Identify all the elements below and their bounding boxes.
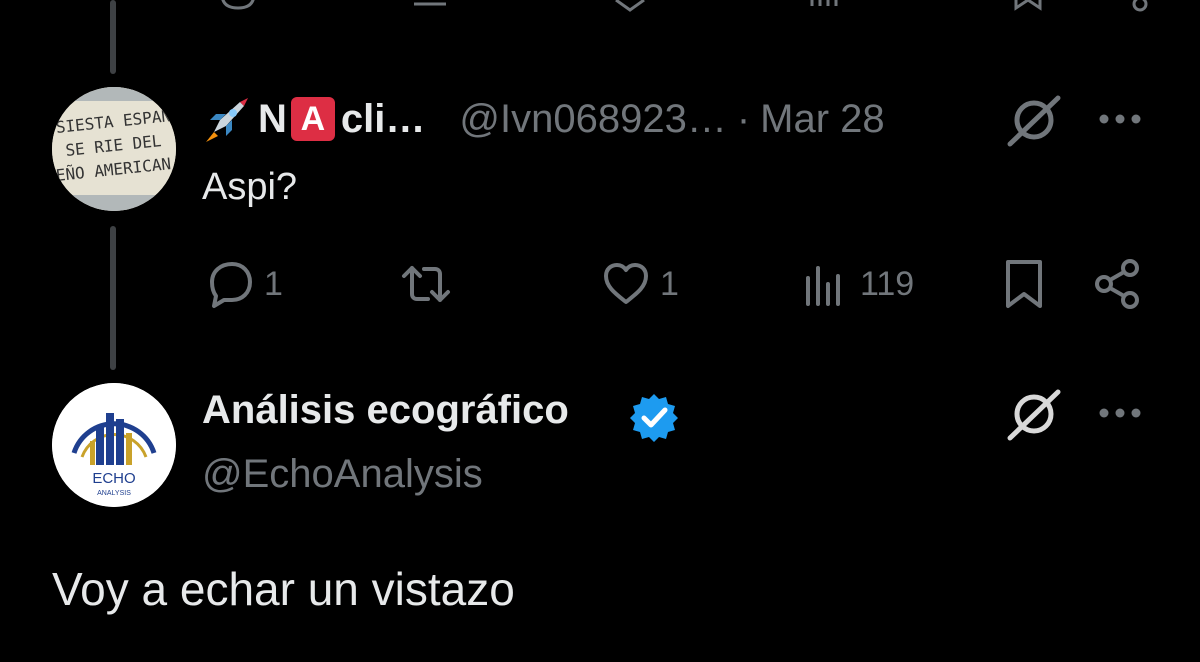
previous-tweet-actions — [200, 0, 1160, 14]
tweet-text: Voy a echar un vistazo — [52, 563, 515, 615]
reply-button[interactable]: 1 — [202, 254, 283, 314]
echo-logo: ECHO ANALYSIS — [52, 383, 176, 507]
like-icon[interactable] — [610, 0, 650, 14]
display-name-part[interactable]: N — [258, 97, 287, 142]
like-button[interactable]: 1 — [598, 254, 679, 314]
user-handle[interactable]: @Ivn068923… — [459, 97, 726, 142]
avatar-image: SIESTA ESPAN SE RIE DEL EÑO AMERICAN — [52, 87, 176, 211]
repost-icon — [402, 266, 450, 302]
views-icon[interactable] — [806, 0, 846, 14]
avatar[interactable]: SIESTA ESPAN SE RIE DEL EÑO AMERICAN — [52, 87, 176, 211]
more-icon[interactable] — [1096, 398, 1144, 428]
reply-count: 1 — [264, 264, 283, 303]
tweet-date[interactable]: Mar 28 — [760, 97, 885, 142]
svg-text:ANALYSIS: ANALYSIS — [97, 490, 131, 497]
reply-icon — [210, 262, 252, 308]
separator-dot: · — [736, 96, 751, 141]
user-handle[interactable]: @EchoAnalysis — [202, 452, 483, 497]
repost-icon[interactable] — [410, 0, 450, 14]
reply-header: N A cli… @Ivn068923… · Mar 28 — [200, 92, 885, 146]
bookmark-icon[interactable] — [1008, 0, 1048, 14]
grok-icon[interactable] — [1004, 92, 1064, 148]
views-icon — [806, 266, 840, 306]
bookmark-button[interactable] — [996, 254, 1052, 314]
rocket-icon — [206, 98, 248, 142]
display-name[interactable]: Análisis ecográfico — [202, 388, 569, 433]
like-count: 1 — [660, 264, 679, 303]
more-icon[interactable] — [1096, 104, 1144, 134]
bookmark-icon — [1006, 260, 1042, 308]
share-icon[interactable] — [1120, 0, 1160, 14]
like-icon — [604, 263, 648, 304]
conversation-view: SIESTA ESPAN SE RIE DEL EÑO AMERICAN N A… — [0, 0, 1200, 662]
views-button[interactable]: 119 — [798, 254, 914, 314]
verified-badge-icon[interactable] — [628, 391, 680, 443]
grok-icon[interactable] — [1004, 386, 1064, 442]
thread-connector-bottom — [110, 226, 116, 370]
reply-icon[interactable] — [218, 0, 258, 14]
svg-text:ECHO: ECHO — [92, 470, 135, 487]
thread-connector-top — [110, 0, 116, 74]
display-name-emoji-a[interactable]: A — [290, 97, 335, 141]
avatar[interactable]: ECHO ANALYSIS — [52, 383, 176, 507]
views-count: 119 — [860, 264, 915, 303]
repost-button[interactable] — [398, 254, 460, 314]
share-button[interactable] — [1090, 254, 1146, 314]
display-name[interactable]: cli… — [341, 97, 425, 142]
tweet-text: Aspi? — [202, 166, 298, 208]
share-icon — [1095, 259, 1139, 309]
tweet-actions: 1 1 119 — [200, 254, 1160, 314]
